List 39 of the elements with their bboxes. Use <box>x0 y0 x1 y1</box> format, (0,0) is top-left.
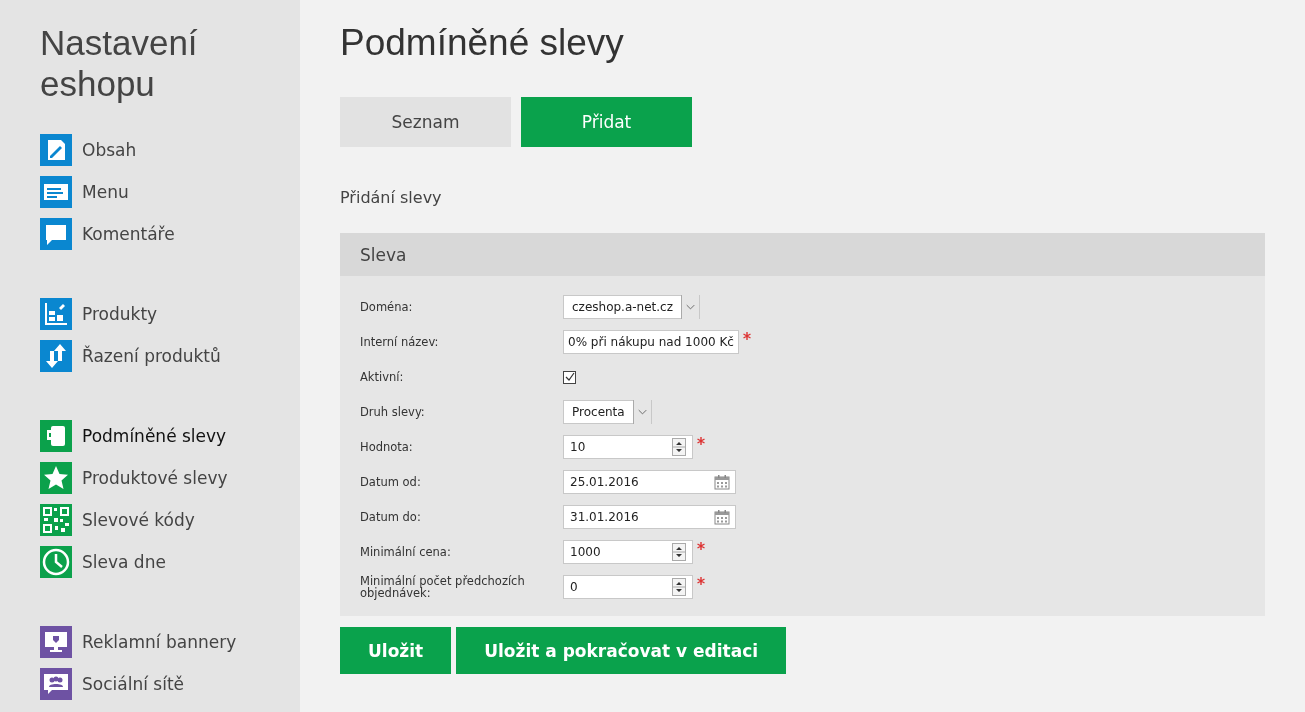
field-label: Datum do: <box>360 511 422 523</box>
section-title: Přidání slevy <box>340 188 443 207</box>
field-label: Minimální cena: <box>360 546 452 558</box>
spinner-icon <box>672 578 686 596</box>
number-field[interactable]: 1000 <box>563 540 693 564</box>
sidebar-item[interactable]: Podmíněné slevy <box>40 420 300 452</box>
spinner-icon <box>672 438 686 456</box>
calendar-icon <box>714 474 730 490</box>
tab[interactable]: Seznam <box>340 97 511 147</box>
number-field[interactable]: 0 <box>563 575 693 599</box>
sidebar-item[interactable]: Menu <box>40 176 300 208</box>
sidebar-item[interactable]: Sociální sítě <box>40 668 300 700</box>
checkbox[interactable] <box>563 370 576 384</box>
sidebar-item[interactable]: Komentáře <box>40 218 300 250</box>
select-field[interactable]: Procenta <box>563 400 652 424</box>
sidebar-item[interactable]: Reklamní bannery <box>40 626 300 658</box>
text-field[interactable]: 0% při nákupu nad 1000 Kč <box>563 330 739 354</box>
sidebar-item[interactable]: Produkty <box>40 298 300 330</box>
sidebar-item[interactable]: Obsah <box>40 134 300 166</box>
calendar-icon <box>714 509 730 525</box>
field-label: Doména: <box>360 301 414 313</box>
field-label: Hodnota: <box>360 441 414 453</box>
field-label: Aktivní: <box>360 371 405 383</box>
panel-header: Sleva <box>340 233 1265 276</box>
date-field[interactable]: 25.01.2016 <box>563 470 736 494</box>
sidebar-item[interactable]: Sleva dne <box>40 546 300 578</box>
sidebar-item[interactable]: Slevové kódy <box>40 504 300 536</box>
number-field[interactable]: 10 <box>563 435 693 459</box>
field-label: Druh slevy: <box>360 406 426 418</box>
sidebar-title: Nastavení eshopu <box>40 22 199 104</box>
field-label: Interní název: <box>360 336 440 348</box>
spinner-icon <box>672 543 686 561</box>
sidebar-item[interactable]: Produktové slevy <box>40 462 300 494</box>
date-field[interactable]: 31.01.2016 <box>563 505 736 529</box>
field-label: Datum od: <box>360 476 422 488</box>
sidebar-item[interactable]: Řazení produktů <box>40 340 300 372</box>
page-title: Podmíněné slevy <box>340 22 625 64</box>
field-label: Minimální počet předchozích objednávek: <box>360 575 526 599</box>
select-field[interactable]: czeshop.a-net.cz <box>563 295 700 319</box>
